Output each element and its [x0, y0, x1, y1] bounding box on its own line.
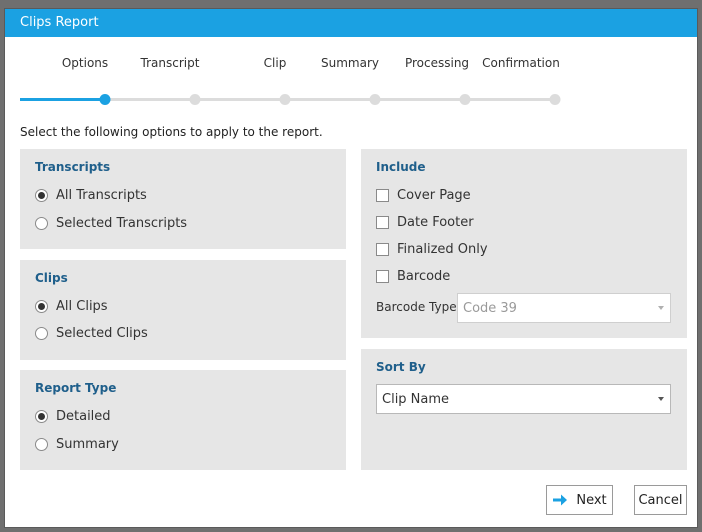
- all-transcripts-radio[interactable]: All Transcripts: [35, 188, 147, 203]
- sort-by-panel: Sort By Clip Name: [361, 349, 687, 470]
- date-footer-checkbox[interactable]: Date Footer: [376, 215, 474, 230]
- include-panel: Include Cover Page Date Footer Finalized…: [361, 149, 687, 338]
- detailed-radio[interactable]: Detailed: [35, 409, 111, 424]
- arrow-right-icon: [553, 494, 568, 506]
- option-label: All Transcripts: [56, 188, 147, 203]
- transcripts-panel: Transcripts All Transcripts Selected Tra…: [20, 149, 346, 249]
- intro-text: Select the following options to apply to…: [20, 125, 323, 139]
- sort-by-title: Sort By: [376, 360, 426, 374]
- step-dot-processing[interactable]: [459, 94, 471, 105]
- barcode-type-value: Code 39: [463, 300, 517, 316]
- step-summary[interactable]: Summary: [321, 56, 379, 70]
- checkbox-icon[interactable]: [376, 216, 389, 229]
- chevron-down-icon: [658, 306, 664, 310]
- option-label: Selected Clips: [56, 326, 148, 341]
- option-label: Date Footer: [397, 215, 474, 230]
- summary-radio[interactable]: Summary: [35, 437, 119, 452]
- wizard-steps: Options Transcript Clip Summary Processi…: [5, 54, 697, 70]
- step-confirmation[interactable]: Confirmation: [482, 56, 560, 70]
- step-dot-transcript[interactable]: [189, 94, 201, 105]
- wizard-progress-fill: [20, 98, 106, 101]
- selected-clips-radio[interactable]: Selected Clips: [35, 326, 148, 341]
- option-label: Summary: [56, 437, 119, 452]
- sort-by-value: Clip Name: [382, 391, 450, 407]
- radio-unselected-icon[interactable]: [35, 438, 48, 451]
- dialog-title: Clips Report: [5, 9, 697, 37]
- radio-unselected-icon[interactable]: [35, 217, 48, 230]
- step-dot-summary[interactable]: [369, 94, 381, 105]
- report-type-title: Report Type: [35, 381, 117, 395]
- step-transcript[interactable]: Transcript: [141, 56, 200, 70]
- barcode-checkbox[interactable]: Barcode: [376, 269, 450, 284]
- barcode-type-label: Barcode Type: [376, 300, 457, 314]
- option-label: Detailed: [56, 409, 111, 424]
- step-processing[interactable]: Processing: [405, 56, 469, 70]
- selected-transcripts-radio[interactable]: Selected Transcripts: [35, 216, 187, 231]
- report-type-panel: Report Type Detailed Summary: [20, 370, 346, 470]
- next-label: Next: [576, 492, 607, 508]
- step-dot-clip[interactable]: [279, 94, 291, 105]
- option-label: Finalized Only: [397, 242, 488, 257]
- checkbox-icon[interactable]: [376, 243, 389, 256]
- step-clip[interactable]: Clip: [264, 56, 287, 70]
- checkbox-icon[interactable]: [376, 270, 389, 283]
- chevron-down-icon: [658, 397, 664, 401]
- step-dot-confirmation[interactable]: [549, 94, 561, 105]
- clips-panel: Clips All Clips Selected Clips: [20, 260, 346, 360]
- cancel-label: Cancel: [638, 492, 683, 508]
- step-options[interactable]: Options: [62, 56, 108, 70]
- step-dot-options[interactable]: [99, 94, 111, 105]
- radio-selected-icon[interactable]: [35, 189, 48, 202]
- cover-page-checkbox[interactable]: Cover Page: [376, 188, 471, 203]
- option-label: All Clips: [56, 299, 108, 314]
- clips-title: Clips: [35, 271, 68, 285]
- option-label: Selected Transcripts: [56, 216, 188, 231]
- include-title: Include: [376, 160, 426, 174]
- finalized-only-checkbox[interactable]: Finalized Only: [376, 242, 488, 257]
- clips-report-dialog: Clips Report Options Transcript Clip Sum…: [4, 8, 698, 528]
- cancel-button[interactable]: Cancel: [634, 485, 687, 515]
- checkbox-icon[interactable]: [376, 189, 389, 202]
- transcripts-title: Transcripts: [35, 160, 111, 174]
- option-label: Cover Page: [397, 188, 471, 203]
- sort-by-select[interactable]: Clip Name: [376, 384, 671, 414]
- radio-selected-icon[interactable]: [35, 410, 48, 423]
- radio-unselected-icon[interactable]: [35, 327, 48, 340]
- option-label: Barcode: [397, 269, 451, 284]
- barcode-type-select[interactable]: Code 39: [457, 293, 671, 323]
- next-button[interactable]: Next: [546, 485, 613, 515]
- all-clips-radio[interactable]: All Clips: [35, 299, 108, 314]
- radio-selected-icon[interactable]: [35, 300, 48, 313]
